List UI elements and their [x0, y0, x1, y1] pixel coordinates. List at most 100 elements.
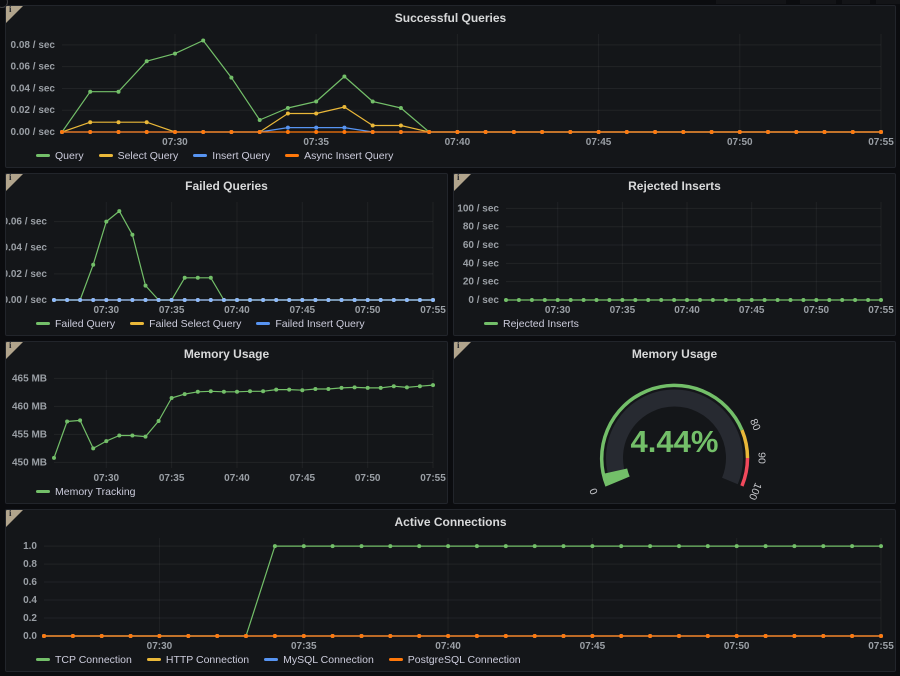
- data-point[interactable]: [399, 130, 403, 134]
- data-point[interactable]: [853, 298, 857, 302]
- legend-item-failed-select-query[interactable]: Failed Select Query: [130, 318, 241, 330]
- data-point[interactable]: [540, 130, 544, 134]
- data-point[interactable]: [735, 634, 739, 638]
- data-point[interactable]: [201, 39, 205, 43]
- data-point[interactable]: [653, 130, 657, 134]
- data-point[interactable]: [724, 298, 728, 302]
- data-point[interactable]: [710, 130, 714, 134]
- data-point[interactable]: [222, 298, 226, 302]
- legend-item-failed-insert-query[interactable]: Failed Insert Query: [256, 318, 364, 330]
- legend-item-insert-query[interactable]: Insert Query: [193, 150, 270, 162]
- panel-title-failed-queries[interactable]: Failed Queries: [6, 178, 447, 194]
- data-point[interactable]: [533, 544, 537, 548]
- data-point[interactable]: [706, 634, 710, 638]
- data-point[interactable]: [88, 130, 92, 134]
- data-point[interactable]: [130, 434, 134, 438]
- legend-item-select-query[interactable]: Select Query: [99, 150, 179, 162]
- data-point[interactable]: [273, 634, 277, 638]
- data-point[interactable]: [302, 634, 306, 638]
- data-point[interactable]: [229, 130, 233, 134]
- data-point[interactable]: [446, 634, 450, 638]
- data-point[interactable]: [209, 276, 213, 280]
- data-point[interactable]: [737, 298, 741, 302]
- data-point[interactable]: [52, 456, 56, 460]
- data-point[interactable]: [388, 544, 392, 548]
- data-point[interactable]: [823, 130, 827, 134]
- data-point[interactable]: [78, 418, 82, 422]
- data-point[interactable]: [273, 544, 277, 548]
- data-point[interactable]: [446, 544, 450, 548]
- data-point[interactable]: [405, 385, 409, 389]
- data-point[interactable]: [814, 298, 818, 302]
- data-point[interactable]: [173, 52, 177, 56]
- data-point[interactable]: [286, 112, 290, 116]
- data-point[interactable]: [314, 130, 318, 134]
- data-point[interactable]: [698, 298, 702, 302]
- data-point[interactable]: [201, 130, 205, 134]
- data-point[interactable]: [170, 396, 174, 400]
- data-point[interactable]: [399, 124, 403, 128]
- data-point[interactable]: [388, 634, 392, 638]
- data-point[interactable]: [517, 298, 521, 302]
- legend-item-tcp-connection[interactable]: TCP Connection: [36, 654, 132, 666]
- data-point[interactable]: [371, 100, 375, 104]
- active-connections-chart[interactable]: 07:3007:3507:4007:4507:5007:550.00.20.40…: [6, 530, 895, 652]
- data-point[interactable]: [145, 130, 149, 134]
- data-point[interactable]: [792, 634, 796, 638]
- data-point[interactable]: [186, 634, 190, 638]
- data-point[interactable]: [117, 209, 121, 213]
- data-point[interactable]: [371, 130, 375, 134]
- data-point[interactable]: [750, 298, 754, 302]
- data-point[interactable]: [183, 392, 187, 396]
- data-point[interactable]: [399, 106, 403, 110]
- data-point[interactable]: [342, 105, 346, 109]
- data-point[interactable]: [776, 298, 780, 302]
- data-point[interactable]: [130, 298, 134, 302]
- legend-item-memory-tracking[interactable]: Memory Tracking: [36, 486, 136, 498]
- data-point[interactable]: [117, 434, 121, 438]
- successful-queries-chart[interactable]: 07:3007:3507:4007:4507:5007:550.00 / sec…: [6, 26, 895, 148]
- data-point[interactable]: [590, 634, 594, 638]
- data-point[interactable]: [71, 634, 75, 638]
- data-point[interactable]: [129, 634, 133, 638]
- data-point[interactable]: [504, 298, 508, 302]
- data-point[interactable]: [331, 544, 335, 548]
- data-point[interactable]: [170, 298, 174, 302]
- data-point[interactable]: [314, 112, 318, 116]
- legend-item-query[interactable]: Query: [36, 150, 84, 162]
- data-point[interactable]: [562, 634, 566, 638]
- data-point[interactable]: [91, 298, 95, 302]
- data-point[interactable]: [104, 298, 108, 302]
- data-point[interactable]: [209, 298, 213, 302]
- data-point[interactable]: [763, 298, 767, 302]
- data-point[interactable]: [342, 130, 346, 134]
- data-point[interactable]: [821, 634, 825, 638]
- data-point[interactable]: [568, 130, 572, 134]
- data-point[interactable]: [248, 298, 252, 302]
- data-point[interactable]: [879, 130, 883, 134]
- data-point[interactable]: [646, 298, 650, 302]
- data-point[interactable]: [331, 634, 335, 638]
- data-point[interactable]: [562, 544, 566, 548]
- data-point[interactable]: [209, 389, 213, 393]
- data-point[interactable]: [543, 298, 547, 302]
- data-point[interactable]: [625, 130, 629, 134]
- memory-usage-chart[interactable]: 07:3007:3507:4007:4507:5007:55450 MB455 …: [6, 362, 447, 484]
- data-point[interactable]: [117, 120, 121, 124]
- data-point[interactable]: [431, 298, 435, 302]
- data-point[interactable]: [379, 298, 383, 302]
- data-point[interactable]: [379, 386, 383, 390]
- data-point[interactable]: [533, 634, 537, 638]
- data-point[interactable]: [104, 220, 108, 224]
- data-point[interactable]: [840, 298, 844, 302]
- data-point[interactable]: [556, 298, 560, 302]
- panel-title-memory-usage-graph[interactable]: Memory Usage: [6, 346, 447, 362]
- data-point[interactable]: [504, 634, 508, 638]
- data-point[interactable]: [340, 386, 344, 390]
- legend-item-http-connection[interactable]: HTTP Connection: [147, 654, 249, 666]
- legend-item-async-insert-query[interactable]: Async Insert Query: [285, 150, 393, 162]
- data-point[interactable]: [157, 634, 161, 638]
- data-point[interactable]: [313, 298, 317, 302]
- data-point[interactable]: [417, 634, 421, 638]
- data-point[interactable]: [88, 90, 92, 94]
